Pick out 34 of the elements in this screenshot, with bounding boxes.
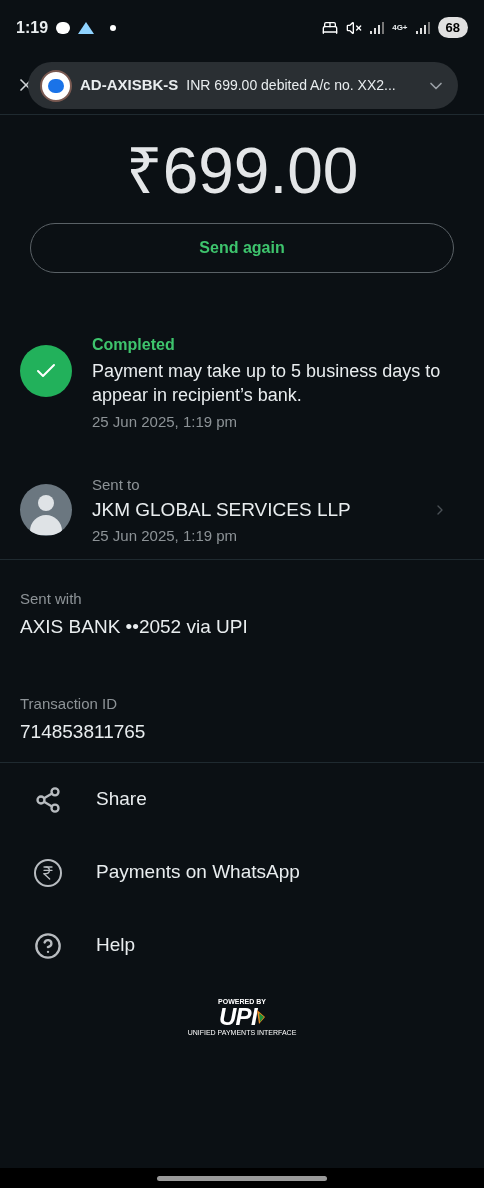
action-item[interactable]: Help [0, 909, 484, 982]
detail-value: 714853811765 [20, 719, 147, 744]
send-again-button[interactable]: Send again [30, 223, 454, 273]
bed-icon [322, 19, 339, 36]
home-indicator[interactable] [157, 1175, 327, 1181]
recipient-label: Sent to [92, 474, 141, 495]
recipient-name[interactable]: JKM GLOBAL SERVICES LLP [92, 496, 412, 525]
mute-icon [346, 19, 363, 36]
rupee-icon [34, 858, 62, 887]
status-time: 25 Jun 2025, 1:19 pm [92, 412, 239, 432]
mountain-icon [78, 21, 95, 34]
network-label: 4G+ [392, 23, 408, 32]
signal-icon [370, 21, 385, 34]
messages-app-icon [40, 69, 72, 102]
action-item[interactable]: Payments on WhatsApp [0, 836, 484, 909]
success-check-icon [20, 345, 72, 397]
detail-label: Sent with [20, 589, 83, 609]
notification-message: INR 699.00 debited A/c no. XX2... [186, 76, 396, 95]
amount: ₹699.00 [124, 139, 360, 203]
status-label: Completed [92, 335, 176, 355]
recipient-time: 25 Jun 2025, 1:19 pm [92, 525, 239, 546]
clock: 1:19 [16, 17, 49, 38]
notification-sender: AD-AXISBK-S [80, 75, 179, 96]
action-item[interactable]: Share [0, 763, 484, 836]
detail-label: Transaction ID [20, 694, 118, 714]
help-icon [34, 931, 62, 960]
detail-value: AXIS BANK ••2052 via UPI [20, 614, 249, 639]
status-message: Payment may take up to 5 business days to appear in recipient’s bank. [92, 360, 442, 407]
notification-banner[interactable]: AD-AXISBK-S INR 699.00 debited A/c no. XX2... [28, 62, 458, 109]
avatar [20, 484, 72, 537]
chat-icon [56, 21, 71, 34]
signal-icon [415, 21, 430, 34]
battery-indicator: 68 [437, 16, 468, 39]
share-icon [34, 785, 62, 814]
